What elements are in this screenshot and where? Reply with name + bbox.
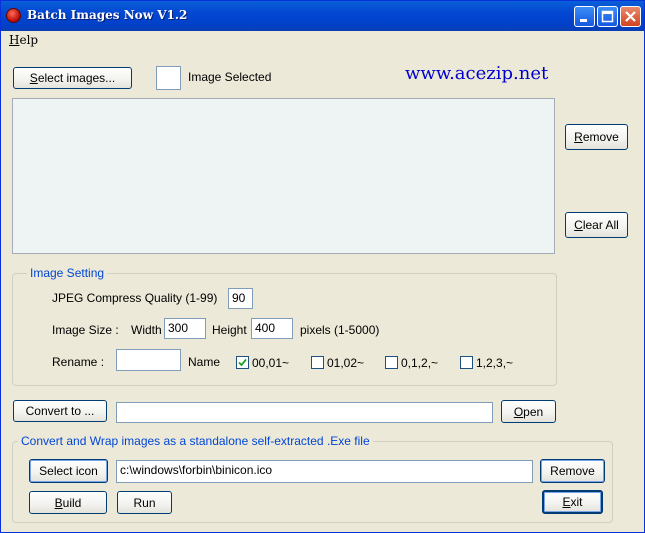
image-setting-title: Image Setting <box>27 266 108 280</box>
maximize-button[interactable] <box>597 6 618 27</box>
rename-input[interactable] <box>116 349 181 371</box>
remove-icon-label: Remove <box>550 464 595 478</box>
icon-path-input[interactable]: c:\windows\forbin\binicon.ico <box>116 460 533 483</box>
option-00-01-checkbox[interactable] <box>236 356 249 369</box>
select-icon-label: Select icon <box>39 464 98 478</box>
website-link[interactable]: www.acezip.net <box>405 63 548 84</box>
minimize-icon <box>580 19 587 22</box>
title-bar[interactable]: Batch Images Now V1.2 <box>1 1 644 31</box>
remove-image-label: Remove <box>574 130 619 144</box>
height-label: Height <box>212 323 247 337</box>
quality-input[interactable]: 90 <box>228 288 253 309</box>
image-list[interactable] <box>12 98 555 254</box>
menu-help[interactable]: Help <box>9 33 38 47</box>
build-label: Build <box>54 495 82 510</box>
close-button[interactable] <box>620 6 641 27</box>
option-01-02-checkbox[interactable] <box>311 356 324 369</box>
run-label: Run <box>133 495 156 510</box>
maximize-icon <box>601 10 614 23</box>
option-1-2-3-checkbox[interactable] <box>460 356 473 369</box>
output-path-input[interactable] <box>116 402 493 423</box>
pixels-range-label: pixels (1-5000) <box>300 323 380 337</box>
open-label: Open <box>513 404 544 419</box>
option-0-1-2-checkbox[interactable] <box>385 356 398 369</box>
minimize-button[interactable] <box>574 6 595 27</box>
image-selected-preview <box>156 66 181 90</box>
app-icon <box>6 8 21 23</box>
convert-to-label: Convert to ... <box>25 404 95 418</box>
open-button[interactable]: Open <box>501 400 556 423</box>
image-size-label: Image Size : <box>52 323 119 337</box>
exit-button[interactable]: Exit <box>542 490 603 514</box>
option-0-1-2-label[interactable]: 0,1,2,~ <box>401 356 438 370</box>
wrap-exe-title: Convert and Wrap images as a standalone … <box>18 434 373 448</box>
height-input[interactable]: 400 <box>251 318 293 339</box>
build-button[interactable]: Build <box>29 491 107 514</box>
convert-to-button[interactable]: Convert to ... <box>13 400 107 422</box>
remove-icon-button[interactable]: Remove <box>540 459 605 483</box>
check-mark-icon <box>238 358 247 367</box>
close-icon <box>625 11 636 22</box>
select-images-label: Select images... <box>29 71 116 85</box>
main-window: Batch Images Now V1.2 Help Select images… <box>0 0 645 533</box>
rename-label: Rename : <box>52 355 105 369</box>
clear-all-button[interactable]: Clear All <box>565 212 628 238</box>
quality-label: JPEG Compress Quality (1-99) <box>52 291 218 305</box>
run-button[interactable]: Run <box>117 491 172 514</box>
width-label: Width <box>131 323 162 337</box>
select-icon-button[interactable]: Select icon <box>29 459 108 483</box>
width-input[interactable]: 300 <box>164 318 206 339</box>
exit-label: Exit <box>562 495 583 509</box>
window-title: Batch Images Now V1.2 <box>27 8 188 22</box>
clear-all-label: Clear All <box>574 218 619 232</box>
image-selected-label: Image Selected <box>188 70 272 84</box>
remove-image-button[interactable]: Remove <box>565 124 628 150</box>
select-images-button[interactable]: Select images... <box>13 67 132 89</box>
menu-bar: Help <box>1 31 644 49</box>
option-1-2-3-label[interactable]: 1,2,3,~ <box>476 356 513 370</box>
option-01-02-label[interactable]: 01,02~ <box>327 356 364 370</box>
option-00-01-label[interactable]: 00,01~ <box>252 356 289 370</box>
name-label: Name <box>188 355 221 369</box>
